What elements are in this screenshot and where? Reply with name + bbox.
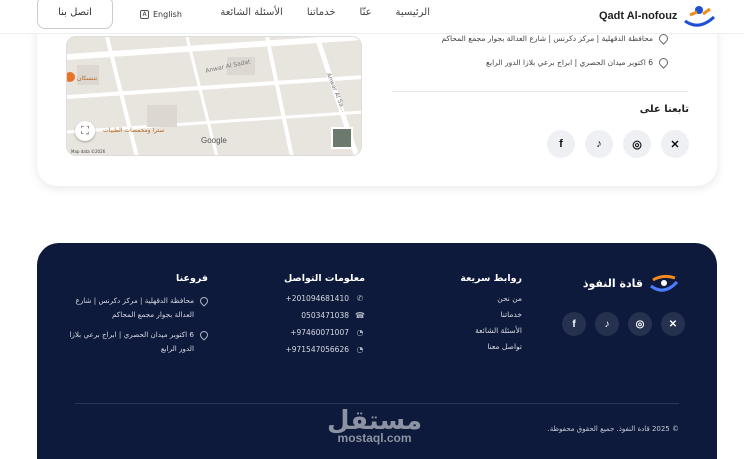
contact-info-title: معلومات التواصل (284, 273, 365, 284)
branch-item: محافظة الدقهلية | مركز دكرنس | شارع العد… (68, 294, 210, 322)
brand-logo-icon (684, 6, 716, 27)
whatsapp-row[interactable]: +97460071007 ◔ (284, 328, 365, 337)
contact-info-column: معلومات التواصل +201094681410 ✆ 05034710… (284, 273, 365, 362)
whatsapp-number: +971547056626 (285, 345, 349, 354)
whatsapp-icon: ◔ (356, 328, 364, 337)
copyright: © 2025 قادة النفوذ. جميع الحقوق محفوظة. (547, 425, 679, 433)
nav-link-about[interactable]: عنّا (360, 7, 372, 18)
location-pin-icon (198, 295, 210, 307)
branches-column: فروعنا محافظة الدقهلية | مركز دكرنس | شا… (68, 273, 210, 362)
instagram-icon[interactable]: ◎ (628, 312, 652, 336)
language-label: English (153, 9, 182, 19)
quick-links-title: روابط سريعة (460, 273, 522, 284)
facebook-icon[interactable]: f (547, 130, 575, 158)
footer-social-links: f ♪ ◎ ✕ (562, 312, 685, 336)
quick-links-column: روابط سريعة من نحن خدماتنا الأسئلة الشائ… (460, 273, 522, 358)
social-links: f ♪ ◎ ✕ (547, 130, 689, 158)
branches-title: فروعنا (176, 273, 208, 284)
nav-link-services[interactable]: خدماتنا (307, 7, 336, 18)
nav-link-faq[interactable]: الأسئلة الشائعة (220, 7, 283, 18)
footer-divider (75, 403, 679, 404)
landline-number: 0503471038 (301, 311, 349, 320)
landline-row[interactable]: 0503471038 ☎ (284, 311, 365, 320)
footer-link-faq[interactable]: الأسئلة الشائعة (460, 326, 522, 335)
map-poi-label: سترا ومحمصات الطيبات (103, 127, 165, 134)
footer-logo-icon (650, 274, 679, 292)
branch-address: محافظة الدقهلية | مركز دكرنس | شارع العد… (75, 296, 194, 319)
map-poi-label: نتنسكان (77, 75, 98, 82)
google-logo: Google (201, 136, 227, 145)
mostaql-watermark: مستقل mostaql.com (327, 407, 422, 445)
location-map[interactable]: Anwar Al Sadat Anwar Al Sa... نتنسكان ست… (66, 36, 362, 156)
top-navbar: اتصل بنا A English الرئيسية عنّا خدماتنا… (0, 0, 744, 34)
brand-name: Qadt Al-nofouz (599, 10, 678, 22)
watermark-english: mostaql.com (337, 431, 412, 445)
contact-us-button[interactable]: اتصل بنا (37, 0, 113, 29)
nav-links: الرئيسية عنّا خدماتنا الأسئلة الشائعة (220, 7, 430, 18)
x-icon[interactable]: ✕ (661, 312, 685, 336)
phone-icon: ✆ (356, 294, 364, 303)
map-fullscreen-control[interactable]: ⛶ (75, 121, 95, 141)
site-footer: قادة النفوذ f ♪ ◎ ✕ روابط سريعة من نحن خ… (37, 243, 717, 459)
footer-brand[interactable]: قادة النفوذ (583, 272, 679, 294)
footer-link-services[interactable]: خدماتنا (460, 310, 522, 319)
instagram-icon[interactable]: ◎ (623, 130, 651, 158)
follow-us-title: تابعنا على (639, 104, 689, 115)
phone-row[interactable]: +201094681410 ✆ (284, 294, 365, 303)
branch-address: 6 اكتوبر ميدان الحصري | ابراج برعي بلازا… (69, 330, 194, 353)
location-pin-icon (657, 56, 670, 69)
map-attribution: Map data ©2026 (71, 149, 106, 154)
phone-number: +201094681410 (285, 294, 349, 303)
brand[interactable]: Qadt Al-nofouz (599, 3, 717, 29)
nav-link-home[interactable]: الرئيسية (396, 7, 430, 18)
footer-link-contact[interactable]: تواصل معنا (460, 342, 522, 351)
map-satellite-toggle[interactable] (331, 127, 353, 149)
x-icon[interactable]: ✕ (661, 130, 689, 158)
telephone-icon: ☎ (355, 311, 365, 320)
whatsapp-number: +97460071007 (290, 328, 349, 337)
tiktok-icon[interactable]: ♪ (585, 130, 613, 158)
location-pin-icon (198, 329, 210, 341)
facebook-icon[interactable]: f (562, 312, 586, 336)
whatsapp-icon: ◔ (356, 345, 364, 354)
tiktok-icon[interactable]: ♪ (595, 312, 619, 336)
footer-brand-name: قادة النفوذ (582, 276, 643, 290)
address-text: محافظة الدقهلية | مركز دكرنس | شارع العد… (441, 34, 653, 43)
branch-item: 6 اكتوبر ميدان الحصري | ابراج برعي بلازا… (68, 328, 210, 356)
address-line-1: محافظة الدقهلية | مركز دكرنس | شارع العد… (441, 32, 670, 45)
language-toggle[interactable]: A English (140, 6, 182, 22)
address-text: 6 اكتوبر ميدان الحصري | ابراج برعي بلازا… (486, 58, 653, 67)
location-pin-icon (657, 32, 670, 45)
divider (392, 91, 688, 92)
address-line-2: 6 اكتوبر ميدان الحصري | ابراج برعي بلازا… (486, 56, 670, 69)
translate-icon: A (140, 9, 149, 19)
footer-link-about[interactable]: من نحن (460, 294, 522, 303)
whatsapp-row[interactable]: +971547056626 ◔ (284, 345, 365, 354)
